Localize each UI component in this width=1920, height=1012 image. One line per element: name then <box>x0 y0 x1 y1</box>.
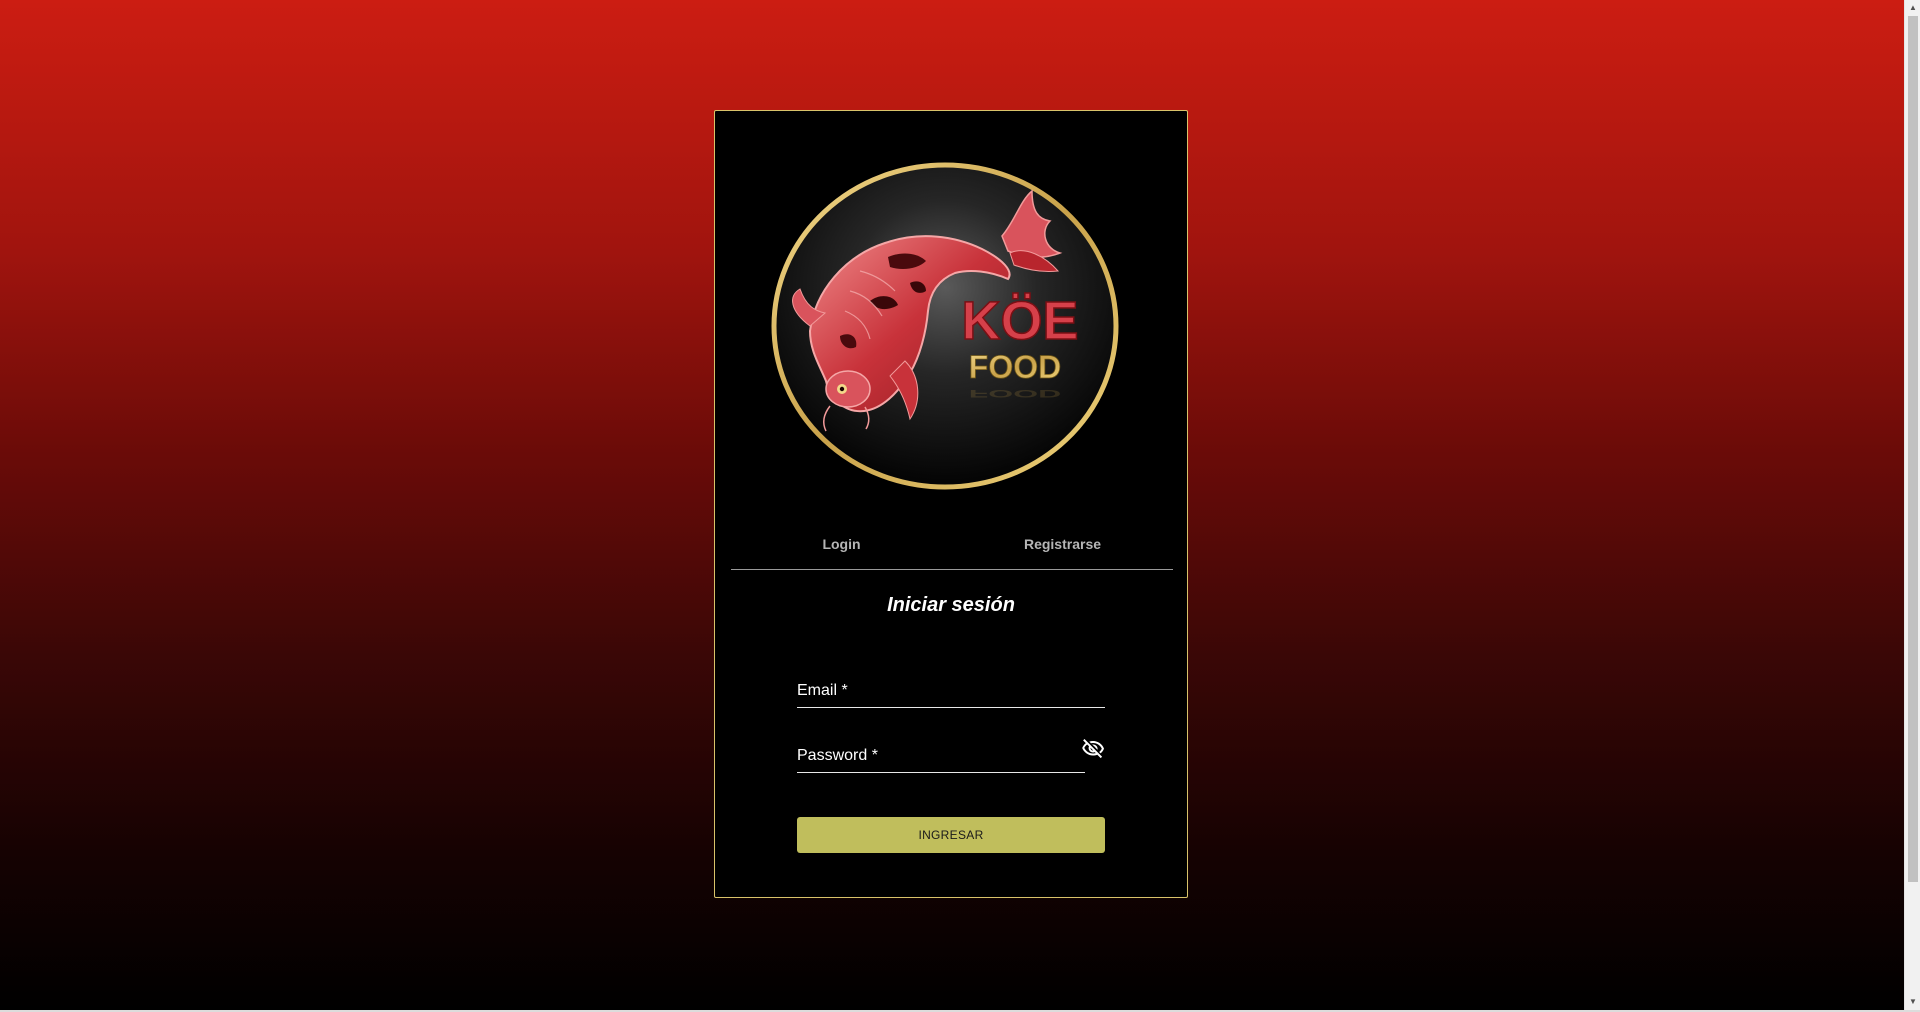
form-title: Iniciar sesión <box>887 594 1015 616</box>
tab-login[interactable]: Login <box>731 509 952 569</box>
eye-off-icon[interactable] <box>1081 737 1105 761</box>
koe-food-logo-icon: KÖE FOOD FOOD <box>771 162 1119 490</box>
email-label: Email * <box>797 682 848 699</box>
scrollbar-thumb[interactable] <box>1908 16 1918 882</box>
scroll-up-icon[interactable]: ▲ <box>1905 0 1920 16</box>
submit-button[interactable]: INGRESAR <box>797 817 1105 853</box>
brand-logo: KÖE FOOD FOOD <box>770 161 1120 491</box>
vertical-scrollbar[interactable]: ▲ ▼ <box>1904 0 1920 1010</box>
password-label: Password * <box>797 747 878 764</box>
password-field[interactable]: Password * <box>797 733 1085 773</box>
tab-register[interactable]: Registrarse <box>952 509 1173 569</box>
svg-text:FOOD: FOOD <box>969 387 1061 400</box>
scroll-down-icon[interactable]: ▼ <box>1905 994 1920 1010</box>
logo-text-food: FOOD <box>969 349 1061 385</box>
email-field[interactable]: Email * <box>797 668 1105 708</box>
auth-tabs: Login Registrarse <box>731 509 1173 570</box>
login-card: KÖE FOOD FOOD Login Registrarse Iniciar … <box>714 110 1188 898</box>
page-background: KÖE FOOD FOOD Login Registrarse Iniciar … <box>0 0 1904 1010</box>
logo-text-koe: KÖE <box>961 291 1078 351</box>
